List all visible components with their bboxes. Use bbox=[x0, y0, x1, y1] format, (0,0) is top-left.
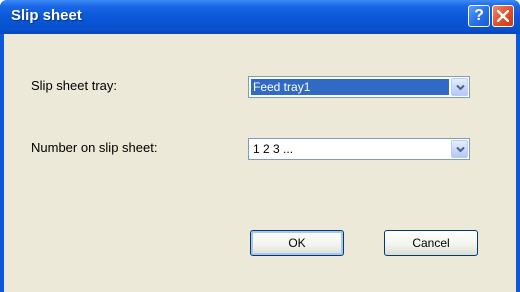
slip-sheet-tray-value: Feed tray1 bbox=[251, 79, 449, 95]
ok-button[interactable]: OK bbox=[250, 230, 344, 256]
number-on-slip-sheet-select[interactable]: 1 2 3 ... bbox=[248, 138, 470, 160]
dialog-title: Slip sheet bbox=[11, 7, 82, 24]
title-bar[interactable]: Slip sheet ? bbox=[0, 0, 520, 34]
help-button[interactable]: ? bbox=[468, 5, 490, 27]
number-on-slip-sheet-label: Number on slip sheet: bbox=[31, 140, 158, 155]
slip-sheet-tray-dropdown-button[interactable] bbox=[451, 78, 468, 96]
chevron-down-icon bbox=[456, 84, 465, 91]
dialog-body: Slip sheet tray: Feed tray1 Number on sl… bbox=[4, 34, 516, 292]
slip-sheet-tray-select[interactable]: Feed tray1 bbox=[248, 76, 470, 98]
number-on-slip-sheet-dropdown-button[interactable] bbox=[451, 140, 468, 158]
chevron-down-icon bbox=[456, 146, 465, 153]
number-on-slip-sheet-value: 1 2 3 ... bbox=[253, 142, 294, 156]
close-button[interactable] bbox=[492, 5, 514, 27]
slip-sheet-dialog: Slip sheet ? Slip sheet tray: Feed tray1… bbox=[0, 0, 520, 292]
close-icon bbox=[497, 10, 509, 22]
slip-sheet-tray-label: Slip sheet tray: bbox=[31, 78, 117, 93]
help-icon: ? bbox=[474, 7, 484, 24]
cancel-button[interactable]: Cancel bbox=[384, 230, 478, 256]
